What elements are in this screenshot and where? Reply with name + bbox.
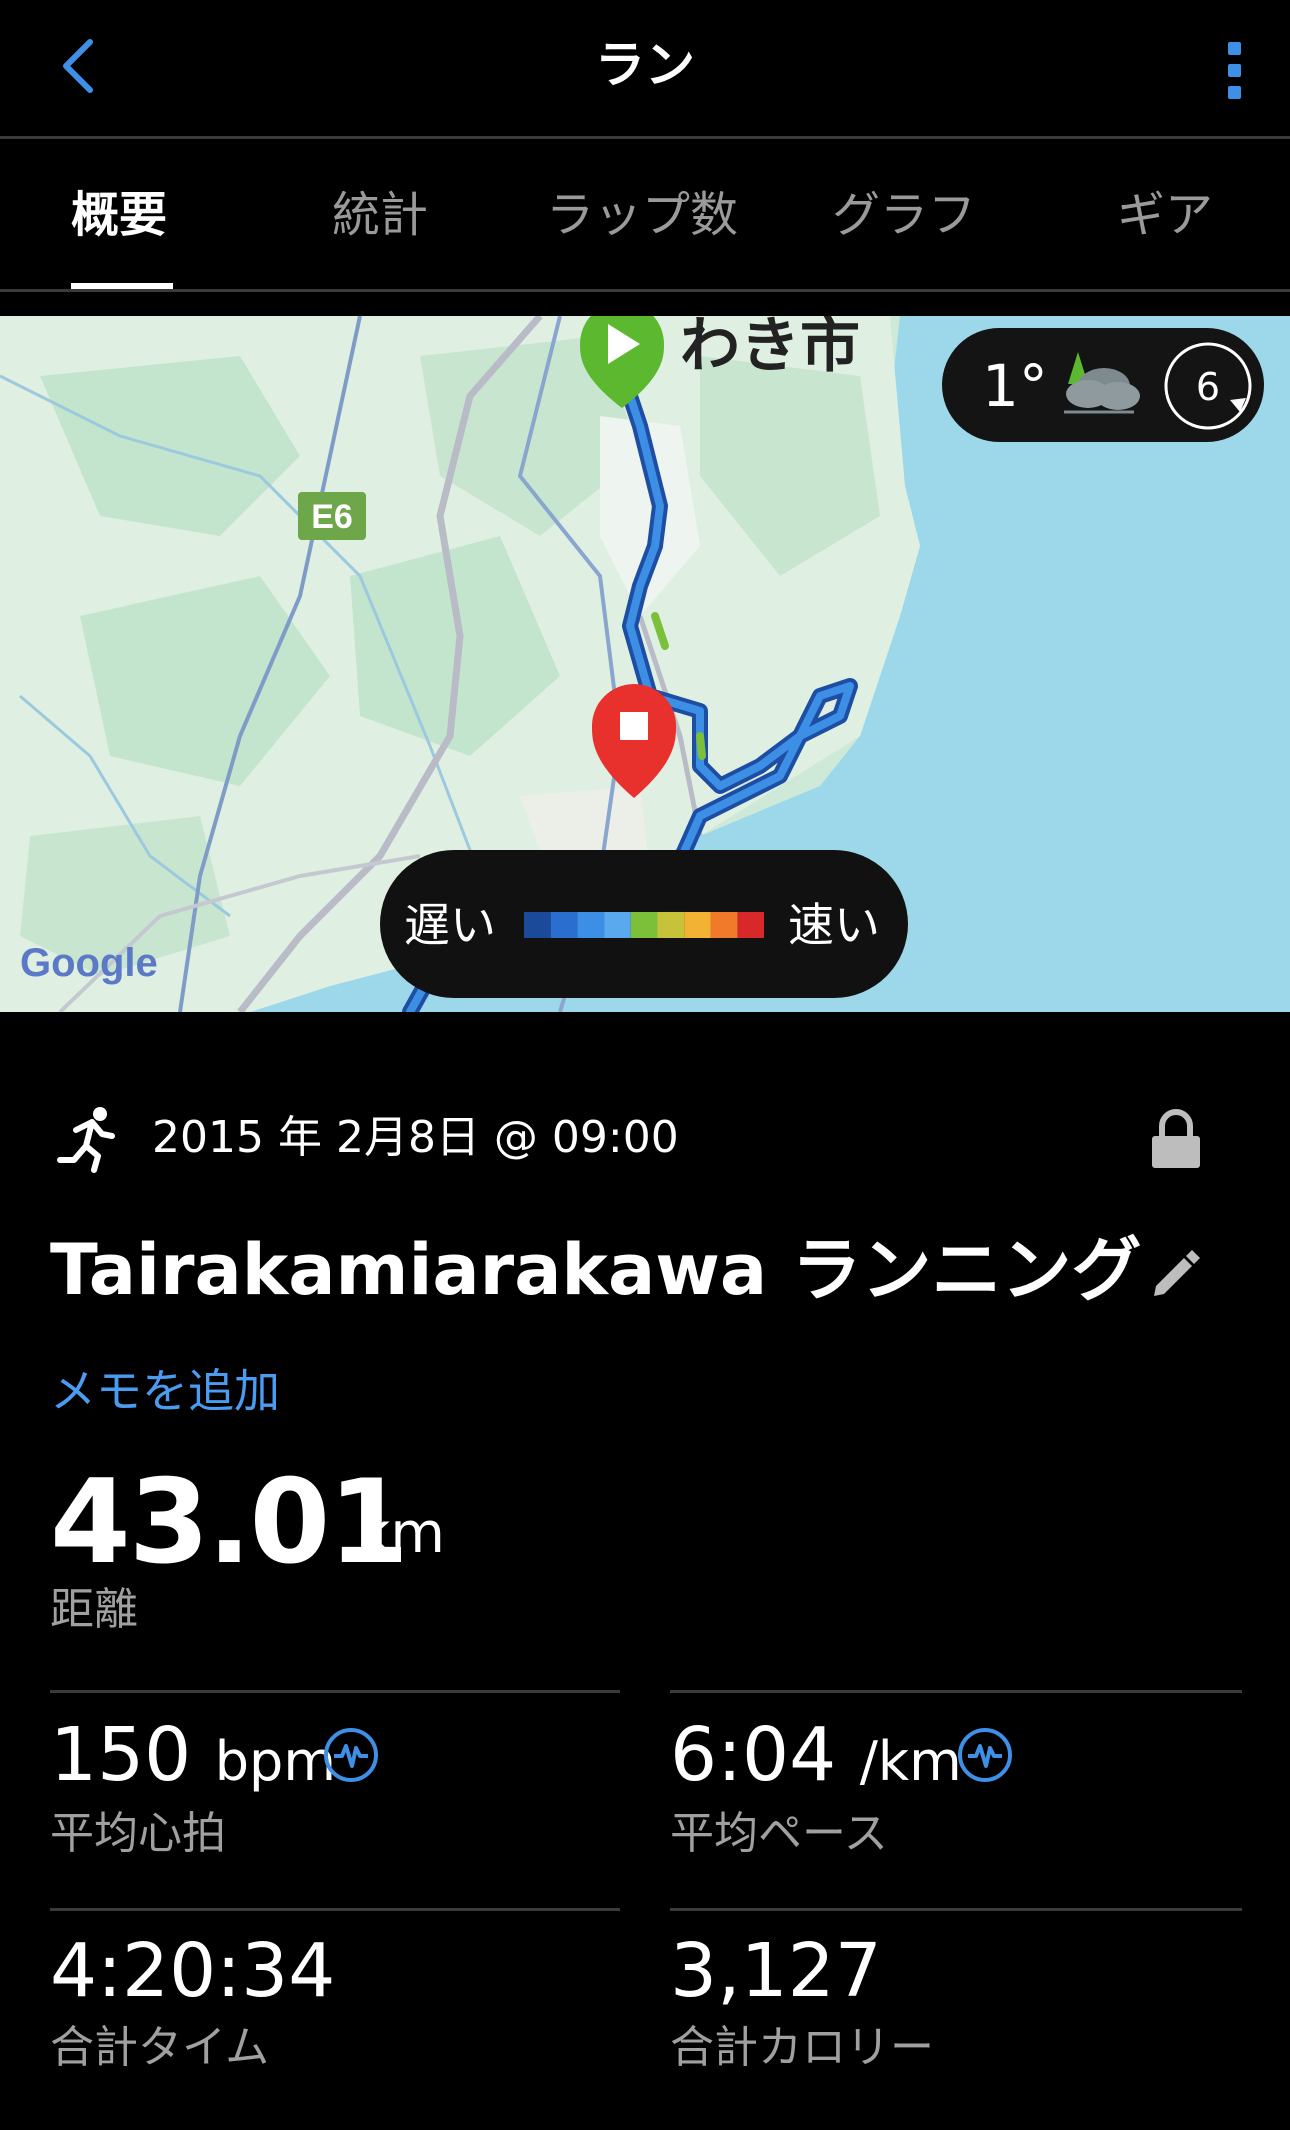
- avg-heart-rate-unit: bpm: [214, 1730, 336, 1793]
- top-bar: ラン: [0, 0, 1290, 139]
- legend-slow-label: 遅い: [404, 898, 496, 952]
- wind-direction-icon: 6: [1164, 342, 1252, 430]
- temperature: 1°: [982, 352, 1048, 420]
- road-label: E6: [311, 498, 353, 536]
- tab-laps[interactable]: ラップ数: [546, 183, 738, 247]
- divider: [50, 1690, 620, 1693]
- activity-date: 2015 年 2月8日 @ 09:00: [152, 1112, 679, 1163]
- tab-graph[interactable]: グラフ: [832, 183, 976, 247]
- page-title: ラン: [595, 36, 695, 94]
- tab-overview[interactable]: 概要: [71, 183, 167, 247]
- tab-bar: 概要 統計 ラップ数 グラフ ギア: [0, 139, 1290, 292]
- tab-active-indicator: [71, 283, 173, 289]
- lock-icon[interactable]: [1148, 1108, 1204, 1170]
- more-vertical-icon[interactable]: [1220, 40, 1250, 100]
- divider: [670, 1690, 1242, 1693]
- distance-value: 43.01: [50, 1455, 409, 1590]
- distance-label: 距離: [50, 1584, 138, 1635]
- add-memo-link[interactable]: メモを追加: [50, 1362, 280, 1420]
- avg-heart-rate-label: 平均心拍: [50, 1808, 226, 1859]
- tab-gear[interactable]: ギア: [1117, 183, 1213, 247]
- total-calories-value: 3,127: [670, 1928, 882, 2014]
- heart-rate-icon[interactable]: [956, 1726, 1014, 1784]
- avg-heart-rate-value: 150 bpm: [50, 1712, 336, 1798]
- distance-unit: km: [358, 1501, 445, 1566]
- total-time-value: 4:20:34: [50, 1928, 336, 2014]
- cloud-with-tree-icon: [1064, 352, 1140, 414]
- legend-fast-label: 速い: [788, 898, 880, 952]
- avg-pace-label: 平均ペース: [670, 1808, 888, 1859]
- divider: [50, 1908, 620, 1911]
- avg-pace-unit: /km: [859, 1730, 962, 1793]
- place-label: わき市: [680, 316, 860, 381]
- pencil-icon[interactable]: [1148, 1246, 1202, 1300]
- google-logo: Google: [20, 941, 158, 985]
- avg-pace-value: 6:04 /km: [670, 1712, 962, 1798]
- tab-stats[interactable]: 統計: [332, 183, 428, 247]
- activity-title: Tairakamiarakawa ランニング: [50, 1229, 1142, 1311]
- heart-rate-icon[interactable]: [322, 1726, 380, 1784]
- wind-value: 6: [1196, 365, 1220, 409]
- speed-color-scale: [524, 912, 764, 938]
- divider: [670, 1908, 1242, 1911]
- running-person-icon: [57, 1107, 115, 1173]
- total-calories-label: 合計カロリー: [670, 2022, 934, 2073]
- total-time-label: 合計タイム: [50, 2022, 270, 2073]
